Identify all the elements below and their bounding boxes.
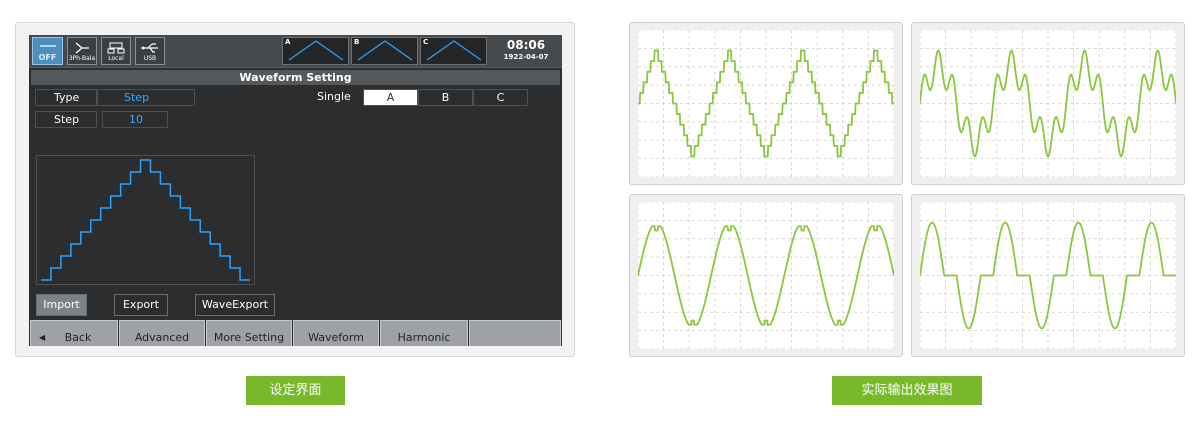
power-button[interactable]: OFF	[32, 37, 63, 65]
local-network-icon	[107, 42, 125, 54]
wave-export-button[interactable]: WaveExport	[195, 294, 275, 316]
output-waveform-plot	[637, 201, 895, 350]
output-waveform-plot	[919, 29, 1177, 178]
single-label: Single	[317, 90, 351, 103]
grid-lines	[919, 29, 1177, 178]
more-setting-button[interactable]: More Setting	[206, 320, 292, 346]
thumb-label: A	[285, 38, 291, 46]
power-line-icon	[39, 45, 56, 47]
output-panel-clipped-sine	[629, 194, 903, 357]
status-bar: OFF 3Ph-Bala Local USB A B C 08:06 1922-…	[29, 35, 562, 68]
device-screenshot-frame: OFF 3Ph-Bala Local USB A B C 08:06 1922-…	[15, 22, 575, 357]
power-label: OFF	[38, 53, 57, 62]
usb-label: USB	[143, 55, 157, 62]
triangle-wave-icon	[426, 40, 482, 61]
export-button[interactable]: Export	[114, 294, 168, 316]
phase-label: 3Ph-Bala	[68, 55, 96, 62]
triangle-wave-icon	[288, 40, 344, 61]
caption-settings-screen: 设定界面	[246, 376, 345, 405]
thumb-label: C	[423, 38, 429, 46]
type-value-field[interactable]: Step	[97, 89, 195, 106]
thumb-label: B	[354, 38, 360, 46]
output-waveform-plot	[637, 29, 895, 178]
phase-option-a[interactable]: A	[363, 89, 418, 106]
device-screen: OFF 3Ph-Bala Local USB A B C 08:06 1922-…	[29, 35, 562, 346]
phase-c-thumbnail[interactable]: C	[420, 37, 487, 65]
output-panel-stepped-triangle	[629, 22, 903, 185]
oscilloscope-grid	[919, 201, 1177, 350]
advanced-button[interactable]: Advanced	[119, 320, 205, 346]
phase-option-b[interactable]: B	[418, 89, 473, 106]
oscilloscope-grid	[919, 29, 1177, 178]
triangle-wave-icon	[357, 40, 413, 61]
local-mode-button[interactable]: Local	[101, 37, 131, 65]
clock: 08:06 1922-04-07	[491, 37, 561, 66]
output-waveform-plot	[919, 201, 1177, 350]
step-label: Step	[35, 111, 97, 128]
blank-softkey[interactable]	[469, 320, 561, 346]
waveform-preview	[36, 155, 255, 285]
oscilloscope-grid	[637, 201, 895, 350]
caption-actual-output: 实际输出效果图	[832, 376, 982, 405]
chevron-left-icon: ◀	[39, 333, 46, 342]
phase-a-thumbnail[interactable]: A	[282, 37, 349, 65]
page-title: Waveform Setting	[31, 70, 560, 85]
back-button[interactable]: ◀ Back	[30, 320, 118, 346]
oscilloscope-grid	[637, 29, 895, 178]
local-label: Local	[108, 55, 124, 62]
import-button[interactable]: Import	[36, 294, 87, 316]
three-phase-icon	[75, 42, 89, 54]
phase-option-c[interactable]: C	[473, 89, 528, 106]
usb-button[interactable]: USB	[135, 37, 165, 65]
waveform-button[interactable]: Waveform	[293, 320, 379, 346]
output-panel-harmonic-sine	[911, 22, 1185, 185]
step-waveform-line	[41, 159, 250, 281]
phase-mode-button[interactable]: 3Ph-Bala	[67, 37, 97, 65]
step-value-field[interactable]: 10	[102, 111, 168, 128]
output-panel-pulse	[911, 194, 1185, 357]
phase-b-thumbnail[interactable]: B	[351, 37, 418, 65]
clock-time: 08:06	[506, 38, 546, 52]
back-label: Back	[64, 331, 92, 344]
usb-icon	[141, 43, 158, 53]
grid-lines	[637, 201, 895, 350]
bottom-nav: ◀ Back Advanced More Setting Waveform Ha…	[29, 319, 562, 346]
type-label: Type	[35, 89, 97, 106]
step-waveform-plot	[41, 159, 250, 281]
clock-date: 1922-04-07	[503, 53, 549, 61]
harmonic-button[interactable]: Harmonic	[380, 320, 468, 346]
